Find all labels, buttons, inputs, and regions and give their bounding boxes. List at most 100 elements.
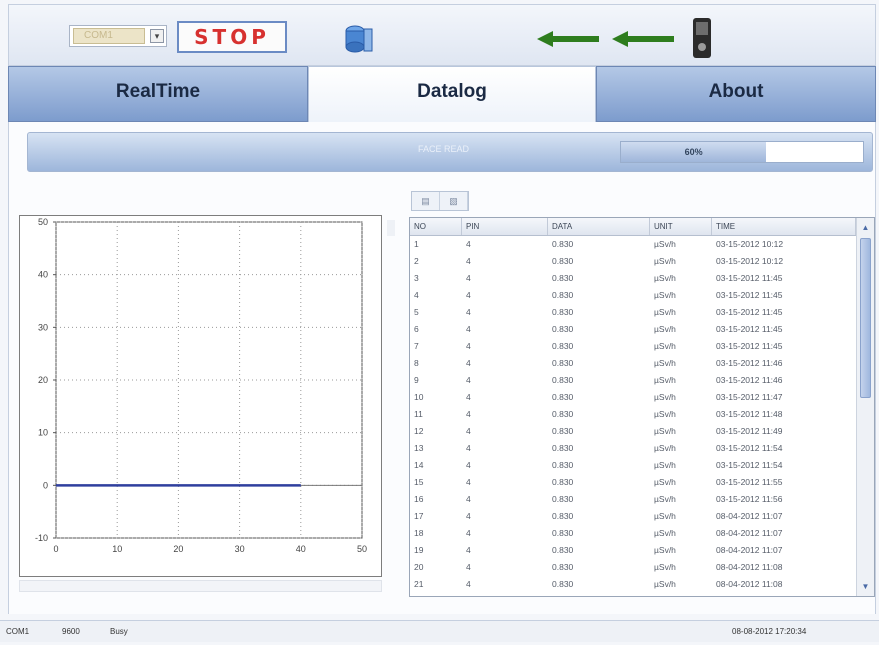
table-cell: µSv/h [654,239,676,249]
table-cell: µSv/h [654,341,676,351]
status-state: Busy [110,627,128,636]
table-row[interactable]: 2 4 0.830 µSv/h 03-15-2012 10:12 [410,253,856,270]
table-scrollbar[interactable]: ▲ ▼ [856,218,874,596]
chart-horizontal-scrollbar[interactable] [19,580,382,592]
table-row[interactable]: 5 4 0.830 µSv/h 03-15-2012 11:45 [410,304,856,321]
table-row[interactable]: 14 4 0.830 µSv/h 03-15-2012 11:54 [410,457,856,474]
chart-scroll-handle[interactable] [387,220,395,236]
stop-button[interactable]: STOP [177,21,287,53]
clear-button[interactable]: ▧ [440,192,468,210]
table-cell: 1 [414,239,419,249]
x-tick-label: 10 [112,544,122,554]
table-cell: 0.830 [552,460,574,470]
tab-about[interactable]: About [596,66,876,122]
table-row[interactable]: 16 4 0.830 µSv/h 03-15-2012 11:56 [410,491,856,508]
table-cell: 4 [466,426,471,436]
table-cell: 0.830 [552,443,574,453]
column-header[interactable]: DATA [548,218,650,235]
table-row[interactable]: 4 4 0.830 µSv/h 03-15-2012 11:45 [410,287,856,304]
table-cell: 4 [466,494,471,504]
table-cell: 03-15-2012 10:12 [716,239,784,249]
table-cell: 11 [414,409,423,419]
table-row[interactable]: 21 4 0.830 µSv/h 08-04-2012 11:08 [410,576,856,593]
table-row[interactable]: 9 4 0.830 µSv/h 03-15-2012 11:46 [410,372,856,389]
table-header: NO PIN DATA UNIT TIME [410,218,856,236]
column-header[interactable]: NO [410,218,462,235]
table-cell: 21 [414,579,424,589]
scroll-down-icon[interactable]: ▼ [859,580,872,593]
table-cell: 13 [414,443,424,453]
scroll-thumb[interactable] [860,238,871,398]
table-cell: 03-15-2012 11:56 [716,494,783,504]
table-cell: 0.830 [552,528,574,538]
table-row[interactable]: 3 4 0.830 µSv/h 03-15-2012 11:45 [410,270,856,287]
table-cell: 4 [414,290,419,300]
table-cell: 08-04-2012 11:07 [716,528,783,538]
table-body: 1 4 0.830 µSv/h 03-15-2012 10:12 2 4 0.830 µSv/h… [410,236,856,593]
table-cell: µSv/h [654,528,676,538]
table-cell: µSv/h [654,409,676,419]
com-port-value: COM1 [73,28,145,44]
table-cell: 03-15-2012 11:45 [716,341,783,351]
table-row[interactable]: 7 4 0.830 µSv/h 03-15-2012 11:45 [410,338,856,355]
column-header[interactable]: UNIT [650,218,712,235]
table-cell: 08-04-2012 11:07 [716,545,783,555]
status-baud: 9600 [62,627,80,636]
table-row[interactable]: 20 4 0.830 µSv/h 08-04-2012 11:08 [410,559,856,576]
table-row[interactable]: 12 4 0.830 µSv/h 03-15-2012 11:49 [410,423,856,440]
column-header[interactable]: TIME [712,218,856,235]
table-cell: 0.830 [552,358,574,368]
export-button[interactable]: ▤ [412,192,440,210]
table-cell: 14 [414,460,424,470]
table-cell: 03-15-2012 11:45 [716,307,783,317]
table-cell: 0.830 [552,239,574,249]
table-cell: 6 [414,324,419,334]
chevron-down-icon[interactable]: ▾ [150,29,164,43]
scroll-up-icon[interactable]: ▲ [859,221,872,234]
column-header[interactable]: PIN [462,218,548,235]
tab-datalog[interactable]: Datalog [308,66,596,122]
x-tick-label: 0 [53,544,58,554]
table-row[interactable]: 13 4 0.830 µSv/h 03-15-2012 11:54 [410,440,856,457]
table-row[interactable]: 6 4 0.830 µSv/h 03-15-2012 11:45 [410,321,856,338]
table-cell: 0.830 [552,256,574,266]
table-row[interactable]: 18 4 0.830 µSv/h 08-04-2012 11:07 [410,525,856,542]
table-cell: 03-15-2012 10:12 [716,256,784,266]
table-row[interactable]: 19 4 0.830 µSv/h 08-04-2012 11:07 [410,542,856,559]
table-cell: 16 [414,494,424,504]
progress-panel: FACE READ 60% [27,132,873,172]
table-cell: µSv/h [654,545,676,555]
table-row[interactable]: 8 4 0.830 µSv/h 03-15-2012 11:46 [410,355,856,372]
tab-realtime[interactable]: RealTime [8,66,308,122]
table-cell: 03-15-2012 11:49 [716,426,783,436]
table-row[interactable]: 15 4 0.830 µSv/h 03-15-2012 11:55 [410,474,856,491]
table-cell: 10 [414,392,424,402]
log-toolbar: ▤ ▧ [411,191,469,211]
table-row[interactable]: 17 4 0.830 µSv/h 08-04-2012 11:07 [410,508,856,525]
table-cell: µSv/h [654,511,676,521]
table-row[interactable]: 10 4 0.830 µSv/h 03-15-2012 11:47 [410,389,856,406]
table-cell: 4 [466,562,471,572]
table-cell: 2 [414,256,419,266]
table-cell: µSv/h [654,477,676,487]
com-port-select[interactable]: COM1 ▾ [69,25,167,47]
table-cell: 19 [414,545,424,555]
table-cell: 8 [414,358,419,368]
device-icon[interactable] [344,23,374,55]
y-tick-label: 40 [38,270,48,280]
toolbar: COM1 ▾ STOP [8,4,876,66]
table-cell: 03-15-2012 11:47 [716,392,783,402]
table-cell: 0.830 [552,273,574,283]
table-row[interactable]: 1 4 0.830 µSv/h 03-15-2012 10:12 [410,236,856,253]
table-row[interactable]: 11 4 0.830 µSv/h 03-15-2012 11:48 [410,406,856,423]
progress-bar: 60% [620,141,864,163]
table-cell: 0.830 [552,477,574,487]
table-cell: 15 [414,477,424,487]
table-cell: 9 [414,375,419,385]
table-cell: 4 [466,443,471,453]
table-cell: 03-15-2012 11:46 [716,358,783,368]
table-cell: 4 [466,409,471,419]
table-cell: 0.830 [552,562,574,572]
phone-icon [693,18,711,58]
table-cell: 18 [414,528,424,538]
